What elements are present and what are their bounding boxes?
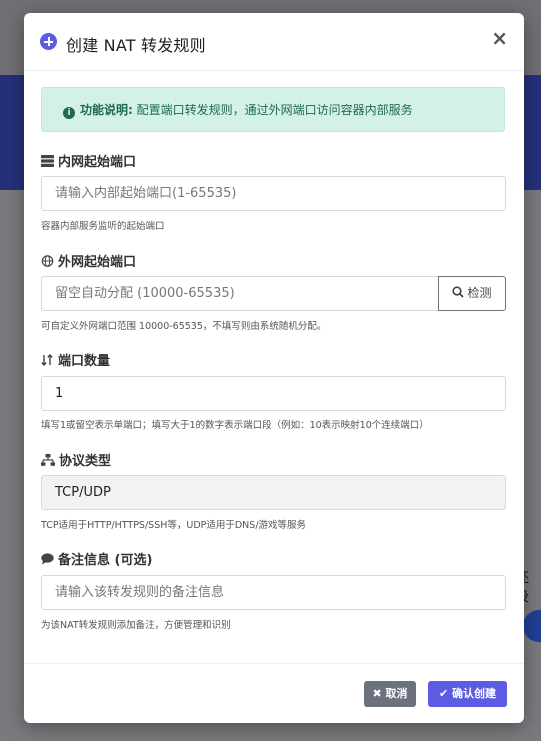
cancel-button[interactable]: ✖ 取消 [364, 681, 416, 707]
internal-port-input[interactable] [41, 176, 506, 211]
confirm-create-button[interactable]: ✔ 确认创建 [428, 681, 507, 707]
check-port-button[interactable]: 检测 [438, 276, 506, 311]
comment-icon [41, 553, 54, 565]
globe-icon [41, 255, 54, 267]
internal-port-label: 内网起始端口 [41, 151, 136, 170]
external-port-help: 可自定义外网端口范围 10000-65535，不填写则由系统随机分配。 [41, 321, 327, 332]
internal-port-help: 容器内部服务监听的起始端口 [41, 221, 165, 232]
search-icon [452, 286, 465, 298]
protocol-select[interactable]: TCP/UDP [41, 475, 506, 510]
external-port-input[interactable] [41, 276, 439, 311]
check-icon: ✔ [438, 687, 449, 700]
external-port-label: 外网起始端口 [41, 251, 136, 270]
protocol-label: 协议类型 [41, 450, 111, 469]
port-count-label: 端口数量 [41, 350, 110, 369]
info-alert: i 功能说明: 配置端口转发规则，通过外网端口访问容器内部服务 [41, 87, 505, 132]
alert-text: 配置端口转发规则，通过外网端口访问容器内部服务 [136, 103, 413, 117]
remark-help: 为该NAT转发规则添加备注，方便管理和识别 [41, 620, 231, 631]
port-count-input[interactable] [41, 376, 506, 411]
info-icon: i [63, 107, 75, 119]
alert-label: 功能说明: [80, 103, 133, 117]
modal-header: 创建 NAT 转发规则 × [24, 13, 524, 71]
remark-label: 备注信息 (可选) [41, 549, 152, 568]
remark-input[interactable] [41, 575, 506, 610]
sort-numeric-icon [41, 354, 53, 366]
server-icon [41, 155, 54, 167]
close-button[interactable]: × [491, 28, 508, 48]
nat-rule-modal: 创建 NAT 转发规则 × i 功能说明: 配置端口转发规则，通过外网端口访问容器… [24, 13, 524, 723]
plus-circle-icon [40, 33, 57, 50]
network-icon [41, 454, 55, 466]
protocol-help: TCP适用于HTTP/HTTPS/SSH等，UDP适用于DNS/游戏等服务 [41, 520, 307, 531]
close-icon: ✖ [372, 687, 382, 700]
modal-footer: ✖ 取消 ✔ 确认创建 [24, 663, 524, 723]
modal-title: 创建 NAT 转发规则 [66, 36, 206, 55]
port-count-help: 填写1或留空表示单端口；填写大于1的数字表示端口段（例如：10表示映射10个连续… [41, 420, 429, 431]
